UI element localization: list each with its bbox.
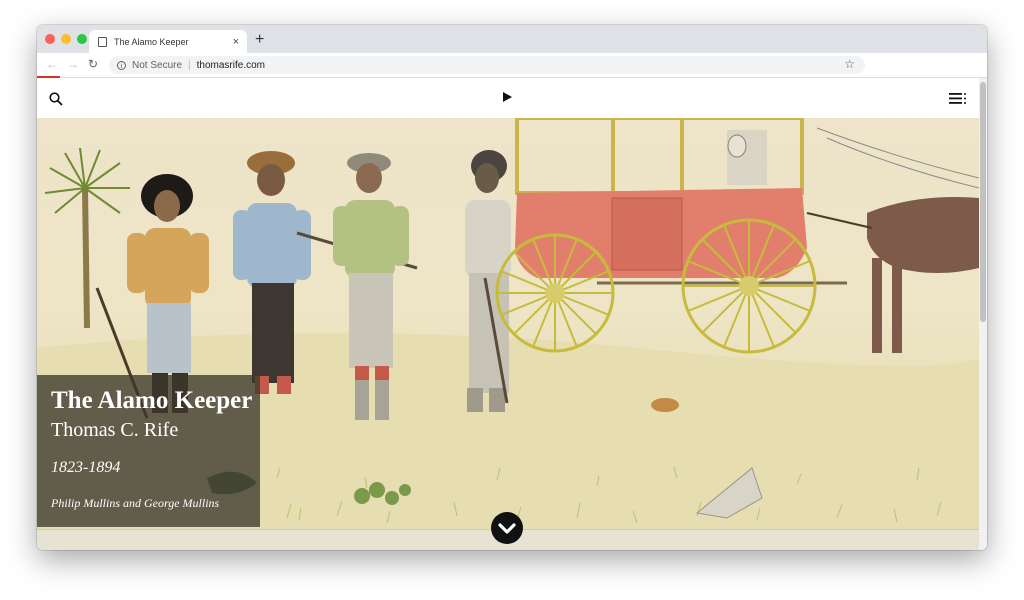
search-icon[interactable]	[49, 92, 63, 106]
page-viewport: The Alamo Keeper Thomas C. Rife 1823-189…	[37, 78, 987, 550]
minimize-window-button[interactable]	[61, 34, 71, 44]
page-subtitle: Thomas C. Rife	[51, 419, 179, 441]
security-label: Not Secure	[132, 59, 183, 71]
palm-tree	[44, 147, 130, 329]
maximize-window-button[interactable]	[77, 34, 87, 44]
horse	[806, 127, 979, 353]
chevron-down-icon	[498, 523, 516, 534]
scrollbar-thumb[interactable]	[980, 82, 986, 322]
info-icon[interactable]: i	[117, 60, 126, 70]
url-text[interactable]: thomasrife.com	[197, 60, 265, 71]
tab-close-button[interactable]: ×	[233, 36, 239, 48]
separator: |	[188, 59, 191, 71]
scroll-down-button[interactable]	[491, 512, 523, 544]
play-icon[interactable]	[503, 92, 512, 102]
browser-window: The Alamo Keeper × + ← → ↻ i Not Secure …	[37, 25, 987, 550]
tab-title: The Alamo Keeper	[114, 36, 189, 47]
authors: Philip Mullins and George Mullins	[51, 496, 220, 510]
page-title: The Alamo Keeper	[51, 387, 253, 414]
new-tab-button[interactable]: +	[255, 31, 264, 49]
browser-tab[interactable]: The Alamo Keeper ×	[89, 30, 247, 53]
window-controls	[45, 34, 87, 44]
scrollbar[interactable]	[979, 78, 987, 550]
title-card: The Alamo Keeper Thomas C. Rife 1823-189…	[37, 375, 260, 527]
stagecoach	[495, 118, 847, 354]
browser-toolbar: ← → ↻ i Not Secure | thomasrife.com ☆	[37, 53, 987, 78]
figure-4	[465, 150, 511, 412]
site-header	[37, 78, 979, 118]
close-window-button[interactable]	[45, 34, 55, 44]
menu-icon[interactable]	[949, 93, 967, 104]
address-bar[interactable]: i Not Secure | thomasrife.com ☆	[109, 56, 865, 74]
life-dates: 1823-1894	[51, 459, 121, 476]
bookmark-star-icon[interactable]: ☆	[844, 57, 855, 71]
reload-button[interactable]: ↻	[88, 57, 98, 71]
hero-illustration: The Alamo Keeper Thomas C. Rife 1823-189…	[37, 118, 979, 529]
tab-strip: The Alamo Keeper × +	[37, 25, 987, 53]
forward-button[interactable]: →	[67, 57, 79, 71]
back-button[interactable]: ←	[46, 57, 58, 71]
page-icon	[98, 36, 107, 47]
